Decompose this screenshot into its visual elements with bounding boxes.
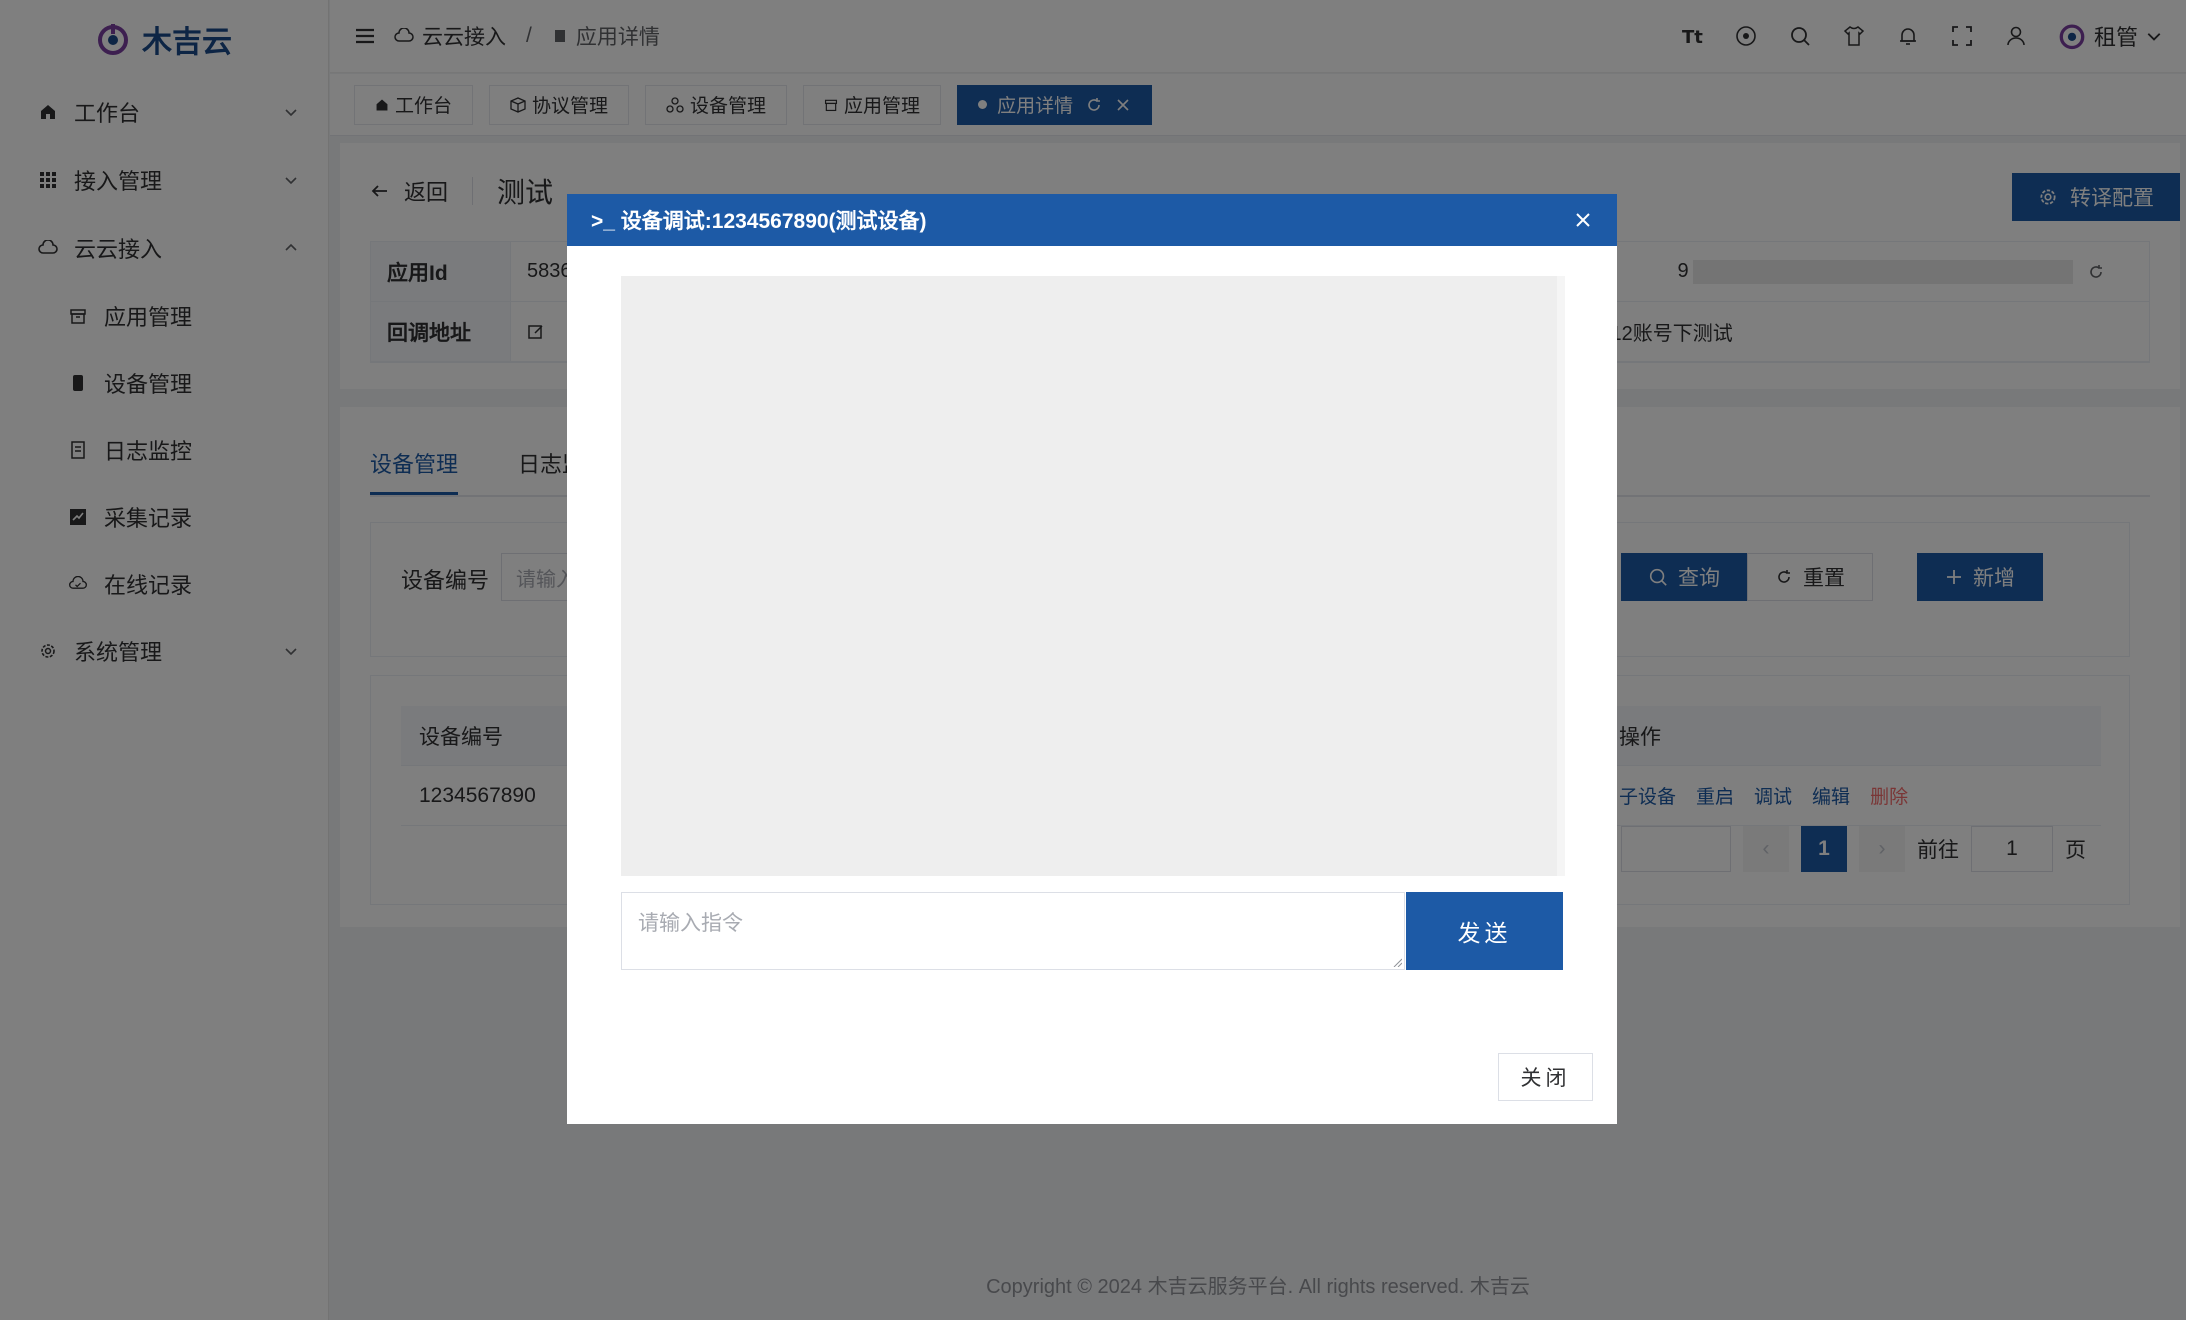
close-icon[interactable] [1573,210,1593,230]
close-button[interactable]: 关闭 [1498,1053,1593,1101]
dialog-title: >_ 设备调试:1234567890(测试设备) [591,210,927,233]
debug-console-output [621,276,1565,876]
send-button[interactable]: 发送 [1406,892,1563,970]
dialog-header: >_ 设备调试:1234567890(测试设备) [567,194,1617,246]
device-debug-dialog: >_ 设备调试:1234567890(测试设备) 请输入指令 发送 关闭 [567,194,1617,1124]
resize-handle-icon[interactable] [1392,957,1402,967]
command-input[interactable]: 请输入指令 [621,892,1405,970]
